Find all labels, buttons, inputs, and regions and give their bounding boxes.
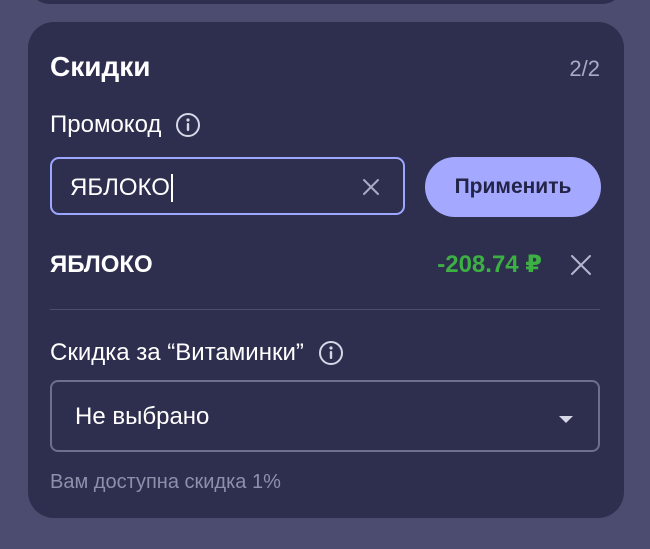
info-icon[interactable] [175,112,201,138]
promo-label-row: Промокод [50,111,201,139]
info-icon[interactable] [318,340,344,366]
applied-promo-row: ЯБЛОКО -208.74 ₽ [50,248,598,282]
vitaminki-label-row: Скидка за “Витаминки” [50,339,344,367]
discount-counter: 2/2 [569,56,600,81]
text-caret [170,174,173,202]
applied-promo-code: ЯБЛОКО [50,251,153,278]
promo-label: Промокод [50,111,162,138]
section-title: Скидки [50,51,151,82]
discount-amount: -208.74 ₽ [437,251,542,278]
divider [50,309,600,310]
promo-code-input[interactable]: ЯБЛОКО [50,157,405,215]
available-discount-hint: Вам доступна скидка 1% [50,471,281,493]
discounts-card: Скидки 2/2 Промокод ЯБЛОКО Применить ЯБЛ… [28,22,624,518]
chevron-down-icon[interactable] [558,412,574,423]
vitaminki-select[interactable]: Не выбрано [50,380,600,452]
close-icon[interactable] [570,254,592,276]
apply-button[interactable]: Применить [425,157,601,217]
promo-input-value[interactable]: ЯБЛОКО [70,174,170,201]
vitaminki-label: Скидка за “Витаминки” [50,339,304,366]
select-value[interactable]: Не выбрано [75,403,209,431]
previous-card-edge [28,0,624,4]
promo-input-value-wrap[interactable]: ЯБЛОКО [70,174,173,202]
close-icon[interactable] [361,177,381,197]
